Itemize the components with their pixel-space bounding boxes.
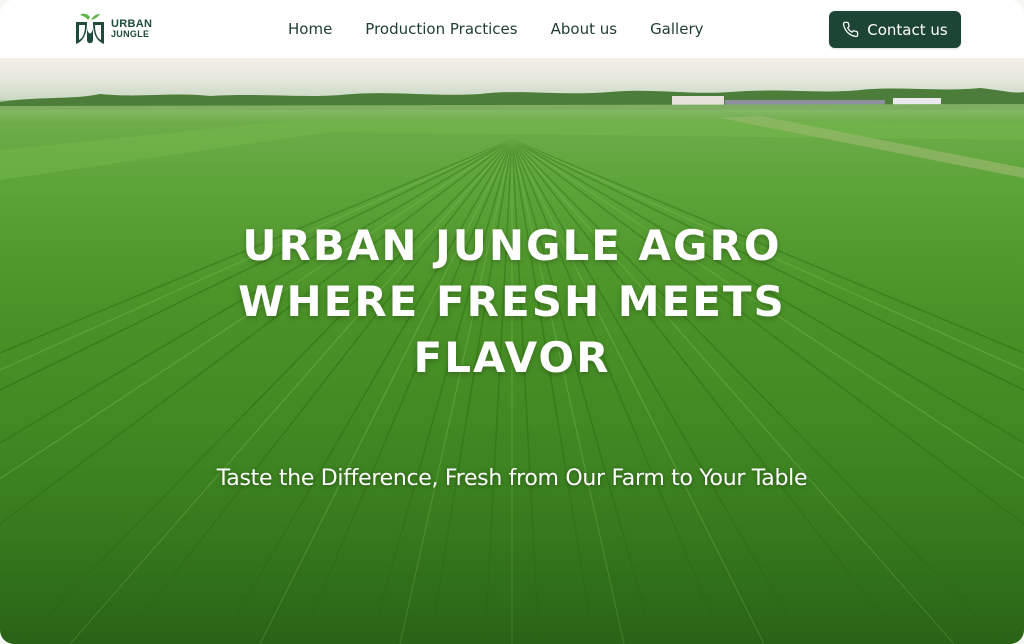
- hero-title-line2: Where fresh meets: [238, 277, 786, 326]
- site-header: URBAN JUNGLE Home Production Practices A…: [0, 0, 1024, 58]
- nav-item-production-practices[interactable]: Production Practices: [365, 20, 517, 38]
- nav-item-about-us[interactable]: About us: [551, 20, 617, 38]
- nav-item-gallery[interactable]: Gallery: [650, 20, 703, 38]
- hero-content: Urban Jungle Agro Where fresh meets flav…: [0, 218, 1024, 491]
- hero-subtitle: Taste the Difference, Fresh from Our Far…: [216, 466, 808, 491]
- brand-name-line1: URBAN: [111, 18, 153, 30]
- leaf-shield-icon: [76, 13, 104, 44]
- hero-section: Urban Jungle Agro Where fresh meets flav…: [0, 58, 1024, 644]
- brand-logo[interactable]: URBAN JUNGLE: [73, 10, 163, 48]
- brand-wordmark: URBAN JUNGLE: [111, 18, 153, 40]
- hero-title: Urban Jungle Agro Where fresh meets flav…: [132, 218, 892, 386]
- page: URBAN JUNGLE Home Production Practices A…: [0, 0, 1024, 644]
- brand-name-line2: JUNGLE: [111, 29, 150, 39]
- contact-us-label: Contact us: [867, 20, 948, 39]
- hero-title-line1: Urban Jungle Agro: [242, 221, 782, 270]
- hero-treeline: [0, 88, 1024, 110]
- main-nav: Home Production Practices About us Galle…: [288, 18, 704, 40]
- nav-item-home[interactable]: Home: [288, 20, 332, 38]
- hero-title-line3: flavor: [413, 333, 611, 382]
- contact-us-button[interactable]: Contact us: [829, 11, 961, 48]
- phone-icon: [843, 21, 859, 38]
